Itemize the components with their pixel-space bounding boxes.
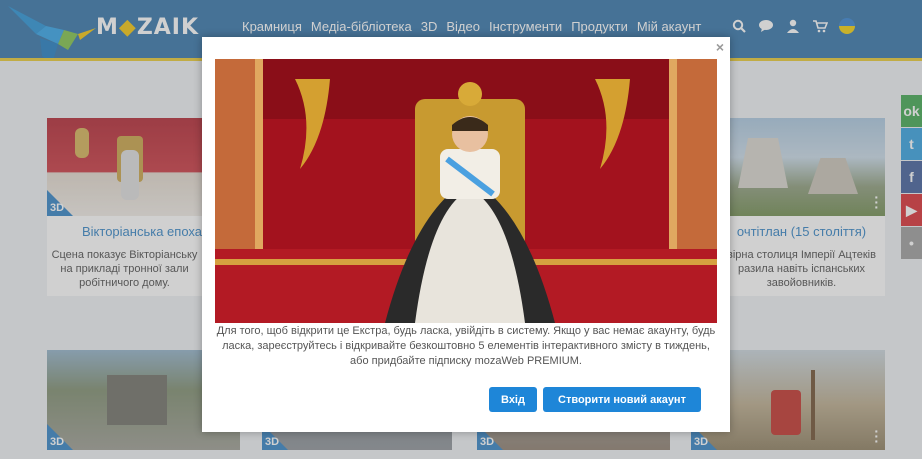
login-button[interactable]: Вхід xyxy=(489,387,537,412)
modal-preview-image xyxy=(215,59,717,323)
login-message: Для того, щоб відкрити це Екстра, будь л… xyxy=(216,325,716,367)
close-icon[interactable]: × xyxy=(716,39,724,55)
create-account-button[interactable]: Створити новий акаунт xyxy=(543,387,701,412)
login-required-modal: × Для того, щоб відкрити це Екстра, будь… xyxy=(202,37,730,432)
